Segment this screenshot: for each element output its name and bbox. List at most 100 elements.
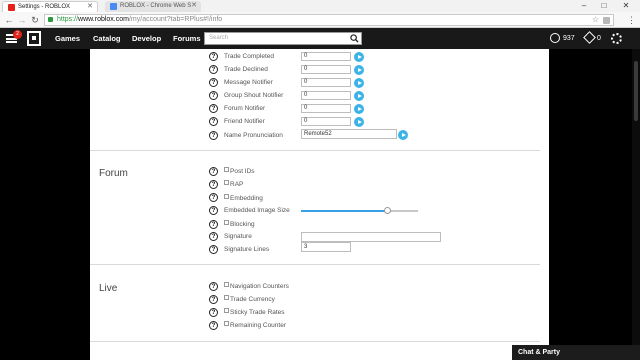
setting-label: Name Pronunciation: [224, 132, 283, 139]
help-icon[interactable]: ?: [209, 52, 218, 61]
help-icon[interactable]: ?: [209, 167, 218, 176]
embedded-image-size-slider[interactable]: [301, 207, 418, 214]
slider-handle[interactable]: [384, 207, 392, 214]
search-input[interactable]: Search: [204, 32, 362, 45]
help-icon[interactable]: ?: [209, 245, 218, 254]
trade-count[interactable]: 0: [597, 28, 601, 49]
settings-panel: ? Trade Completed 0 ? Trade Declined 0 ?…: [90, 49, 549, 360]
forward-arrow-icon[interactable]: →: [17, 14, 27, 26]
maximize-button[interactable]: □: [596, 0, 612, 12]
checkbox-box[interactable]: [224, 308, 229, 313]
nav-catalog[interactable]: Catalog: [93, 28, 121, 49]
number-field[interactable]: 0: [301, 104, 351, 113]
minimize-button[interactable]: –: [576, 0, 592, 12]
section-divider: [90, 264, 540, 265]
live-section-title: Live: [99, 283, 118, 294]
save-arrow-button[interactable]: [354, 91, 364, 101]
robux-icon[interactable]: [550, 33, 560, 43]
gear-icon[interactable]: [611, 33, 622, 44]
save-arrow-button[interactable]: [354, 65, 364, 75]
close-tab-icon[interactable]: ✕: [191, 1, 197, 11]
signature-field[interactable]: [301, 232, 441, 242]
save-arrow-button[interactable]: [354, 104, 364, 114]
tab-title: Settings - ROBLOX: [18, 4, 71, 10]
tab-settings-roblox[interactable]: Settings - ROBLOX ✕: [2, 1, 98, 12]
embedding-checkbox[interactable]: Embedding: [224, 194, 263, 202]
extension-icon[interactable]: [603, 17, 610, 24]
roblox-logo-icon[interactable]: [27, 31, 41, 46]
help-icon[interactable]: ?: [209, 180, 218, 189]
setting-label: Friend Notifier: [224, 118, 265, 125]
checkbox-box[interactable]: [224, 194, 229, 199]
tab-chrome-web-store[interactable]: ROBLOX - Chrome Web S ✕: [105, 1, 201, 12]
help-icon[interactable]: ?: [209, 91, 218, 100]
robux-count[interactable]: 937: [563, 28, 575, 49]
checkbox-box[interactable]: [224, 220, 229, 225]
scrollbar-thumb[interactable]: [634, 61, 638, 121]
help-icon[interactable]: ?: [209, 206, 218, 215]
setting-label: Signature: [224, 233, 252, 240]
save-arrow-button[interactable]: [398, 130, 408, 140]
number-field[interactable]: 0: [301, 117, 351, 126]
url-field[interactable]: https://www.roblox.com/my/account?tab=RP…: [44, 14, 614, 26]
search-icon[interactable]: [350, 34, 359, 43]
nav-develop[interactable]: Develop: [132, 28, 161, 49]
help-icon[interactable]: ?: [209, 104, 218, 113]
blocking-checkbox[interactable]: Blocking: [224, 220, 255, 228]
trade-currency-checkbox[interactable]: Trade Currency: [224, 295, 275, 303]
reload-icon[interactable]: ↻: [30, 14, 40, 26]
name-pronunciation-field[interactable]: Remote52: [301, 129, 397, 139]
close-tab-icon[interactable]: ✕: [87, 2, 93, 12]
help-icon[interactable]: ?: [209, 193, 218, 202]
help-icon[interactable]: ?: [209, 78, 218, 87]
number-field[interactable]: 0: [301, 78, 351, 87]
roblox-favicon-icon: [8, 4, 15, 11]
bookmark-star-icon[interactable]: ☆: [592, 15, 599, 25]
help-icon[interactable]: ?: [209, 220, 218, 229]
trade-icon[interactable]: [583, 31, 596, 44]
number-field[interactable]: 0: [301, 91, 351, 100]
checkbox-label: Remaining Counter: [230, 322, 287, 329]
setting-label: Trade Completed: [224, 53, 274, 60]
checkbox-box[interactable]: [224, 321, 229, 326]
number-field[interactable]: 0: [301, 65, 351, 74]
close-window-button[interactable]: ✕: [618, 0, 634, 12]
rap-checkbox[interactable]: RAP: [224, 180, 243, 188]
navigation-counters-checkbox[interactable]: Navigation Counters: [224, 282, 289, 290]
setting-label: Signature Lines: [224, 246, 270, 253]
save-arrow-button[interactable]: [354, 52, 364, 62]
help-icon[interactable]: ?: [209, 321, 218, 330]
help-icon[interactable]: ?: [209, 282, 218, 291]
sticky-trade-rates-checkbox[interactable]: Sticky Trade Rates: [224, 308, 285, 316]
slider-fill: [301, 210, 388, 212]
signature-lines-field[interactable]: 3: [301, 242, 351, 252]
page-scrollbar[interactable]: [632, 49, 640, 360]
chrome-menu-icon[interactable]: ⋮: [627, 14, 636, 26]
checkbox-label: Post IDs: [230, 168, 255, 175]
nav-forums[interactable]: Forums: [173, 28, 201, 49]
remaining-counter-checkbox[interactable]: Remaining Counter: [224, 321, 286, 329]
address-bar: ← → ↻ https://www.roblox.com/my/account?…: [0, 12, 640, 28]
post-ids-checkbox[interactable]: Post IDs: [224, 167, 255, 175]
help-icon[interactable]: ?: [209, 308, 218, 317]
checkbox-box[interactable]: [224, 282, 229, 287]
checkbox-box[interactable]: [224, 295, 229, 300]
section-divider: [90, 150, 540, 151]
back-arrow-icon[interactable]: ←: [4, 14, 14, 26]
help-icon[interactable]: ?: [209, 232, 218, 241]
save-arrow-button[interactable]: [354, 117, 364, 127]
checkbox-box[interactable]: [224, 180, 229, 185]
checkbox-box[interactable]: [224, 167, 229, 172]
checkbox-label: Embedding: [230, 195, 263, 202]
help-icon[interactable]: ?: [209, 131, 218, 140]
number-field[interactable]: 0: [301, 52, 351, 61]
setting-label: Embedded Image Size: [224, 207, 290, 214]
hamburger-menu-icon[interactable]: 2: [6, 30, 22, 43]
nav-games[interactable]: Games: [55, 28, 80, 49]
help-icon[interactable]: ?: [209, 117, 218, 126]
chat-party-button[interactable]: Chat & Party: [512, 345, 640, 360]
help-icon[interactable]: ?: [209, 65, 218, 74]
search-placeholder: Search: [209, 35, 229, 41]
help-icon[interactable]: ?: [209, 295, 218, 304]
save-arrow-button[interactable]: [354, 78, 364, 88]
